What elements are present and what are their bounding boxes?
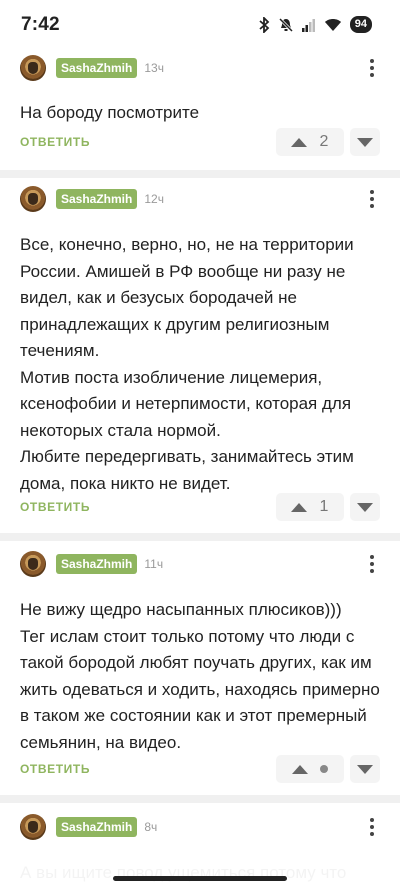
arrow-up-icon [292, 764, 308, 774]
arrow-up-icon [291, 137, 307, 147]
gesture-nav-bar [0, 866, 400, 890]
status-time: 7:42 [21, 14, 60, 35]
comment-header: SashaZhmih 12ч [20, 186, 380, 212]
comment-text: Все, конечно, верно, но, не на территори… [20, 235, 354, 493]
signal-icon [301, 18, 315, 32]
vote-controls: 2 [276, 128, 380, 156]
comment-time: 11ч [144, 557, 164, 571]
vote-controls [276, 755, 380, 783]
comment-text: Не вижу щедро насыпанных плюсиков))) Тег… [20, 600, 380, 752]
reply-button[interactable]: ОТВЕТИТЬ [20, 135, 90, 149]
avatar[interactable] [20, 55, 46, 81]
author-name[interactable]: SashaZhmih [56, 554, 138, 574]
comment-divider [0, 533, 400, 541]
more-options-icon[interactable] [364, 188, 380, 210]
avatar[interactable] [20, 186, 46, 212]
wifi-icon [324, 18, 341, 31]
status-bar: 7:42 94 [0, 0, 400, 48]
more-options-icon[interactable] [364, 57, 380, 79]
rating-count: 2 [319, 133, 329, 150]
home-handle[interactable] [113, 876, 287, 881]
arrow-down-icon [357, 502, 373, 512]
more-options-icon[interactable] [364, 553, 380, 575]
comment-time: 12ч [144, 192, 164, 206]
comment-time: 8ч [144, 820, 158, 834]
arrow-down-icon [357, 764, 373, 774]
upvote-button[interactable] [276, 755, 344, 783]
author-name[interactable]: SashaZhmih [56, 189, 138, 209]
comment-time: 13ч [144, 61, 164, 75]
comment-text: На бороду посмотрите [20, 103, 200, 122]
rating-count: 1 [319, 498, 329, 515]
hidden-rating-dot [320, 765, 328, 773]
reply-button[interactable]: ОТВЕТИТЬ [20, 762, 90, 776]
avatar[interactable] [20, 551, 46, 577]
downvote-button[interactable] [350, 493, 380, 521]
arrow-down-icon [357, 137, 373, 147]
author-name[interactable]: SashaZhmih [56, 58, 138, 78]
comment-divider [0, 795, 400, 803]
author-name[interactable]: SashaZhmih [56, 817, 138, 837]
status-icons: 94 [258, 16, 372, 33]
comment-header: SashaZhmih 13ч [20, 55, 380, 81]
comment: SashaZhmih 13ч На бороду посмотрите ОТВЕ… [0, 55, 400, 165]
upvote-button[interactable]: 1 [276, 493, 344, 521]
vote-controls: 1 [276, 493, 380, 521]
bluetooth-icon [259, 16, 270, 33]
downvote-button[interactable] [350, 755, 380, 783]
comment-divider [0, 170, 400, 178]
downvote-button[interactable] [350, 128, 380, 156]
more-options-icon[interactable] [364, 816, 380, 838]
arrow-up-icon [291, 502, 307, 512]
comment-header: SashaZhmih 11ч [20, 551, 380, 577]
battery-indicator: 94 [349, 16, 372, 33]
reply-button[interactable]: ОТВЕТИТЬ [20, 500, 90, 514]
upvote-button[interactable]: 2 [276, 128, 344, 156]
comment-header: SashaZhmih 8ч [20, 814, 380, 840]
comment: SashaZhmih 11ч Не вижу щедро насыпанных … [0, 551, 400, 791]
avatar[interactable] [20, 814, 46, 840]
comment: SashaZhmih 12ч Все, конечно, верно, но, … [0, 186, 400, 526]
mute-icon [278, 17, 293, 32]
